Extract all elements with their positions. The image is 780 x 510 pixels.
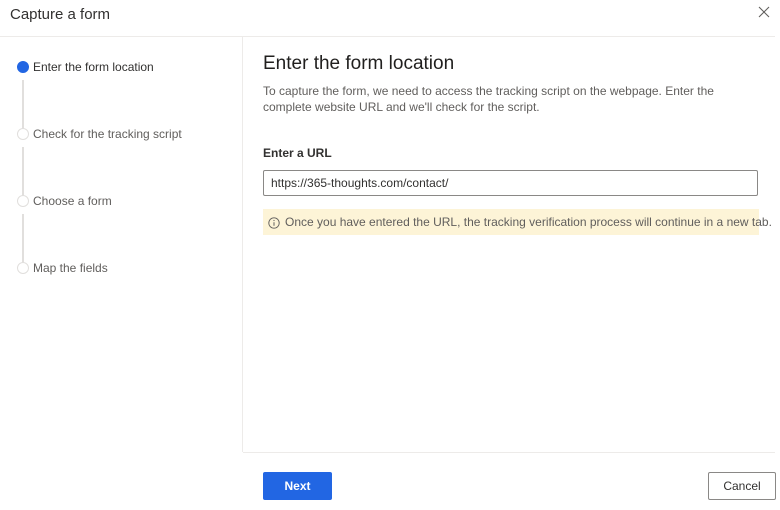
next-button[interactable]: Next	[263, 472, 332, 500]
step-connector	[22, 80, 24, 130]
step-label: Check for the tracking script	[33, 127, 182, 141]
step-pending-indicator	[17, 128, 29, 140]
step-label: Enter the form location	[33, 60, 154, 74]
info-message-bar: Once you have entered the URL, the track…	[263, 209, 772, 235]
step-connector	[22, 147, 24, 198]
page-title: Enter the form location	[263, 53, 455, 74]
step-pending-indicator	[17, 195, 29, 207]
step-label: Map the fields	[33, 261, 108, 275]
url-field-label: Enter a URL	[263, 146, 332, 160]
info-icon	[268, 216, 280, 229]
close-icon[interactable]	[756, 4, 772, 20]
step-connector	[22, 214, 24, 265]
page-description: To capture the form, we need to access t…	[263, 84, 714, 114]
step-label: Choose a form	[33, 194, 112, 208]
dialog-header: Capture a form	[0, 0, 780, 30]
step-active-indicator	[17, 61, 29, 73]
step-pending-indicator	[17, 262, 29, 274]
footer-divider	[243, 452, 775, 453]
dialog-title: Capture a form	[10, 6, 111, 23]
step-navigation: Enter the form location Check for the tr…	[0, 37, 243, 452]
url-input[interactable]	[263, 170, 758, 196]
info-message-text: Once you have entered the URL, the track…	[285, 215, 772, 229]
cancel-button[interactable]: Cancel	[708, 472, 776, 500]
